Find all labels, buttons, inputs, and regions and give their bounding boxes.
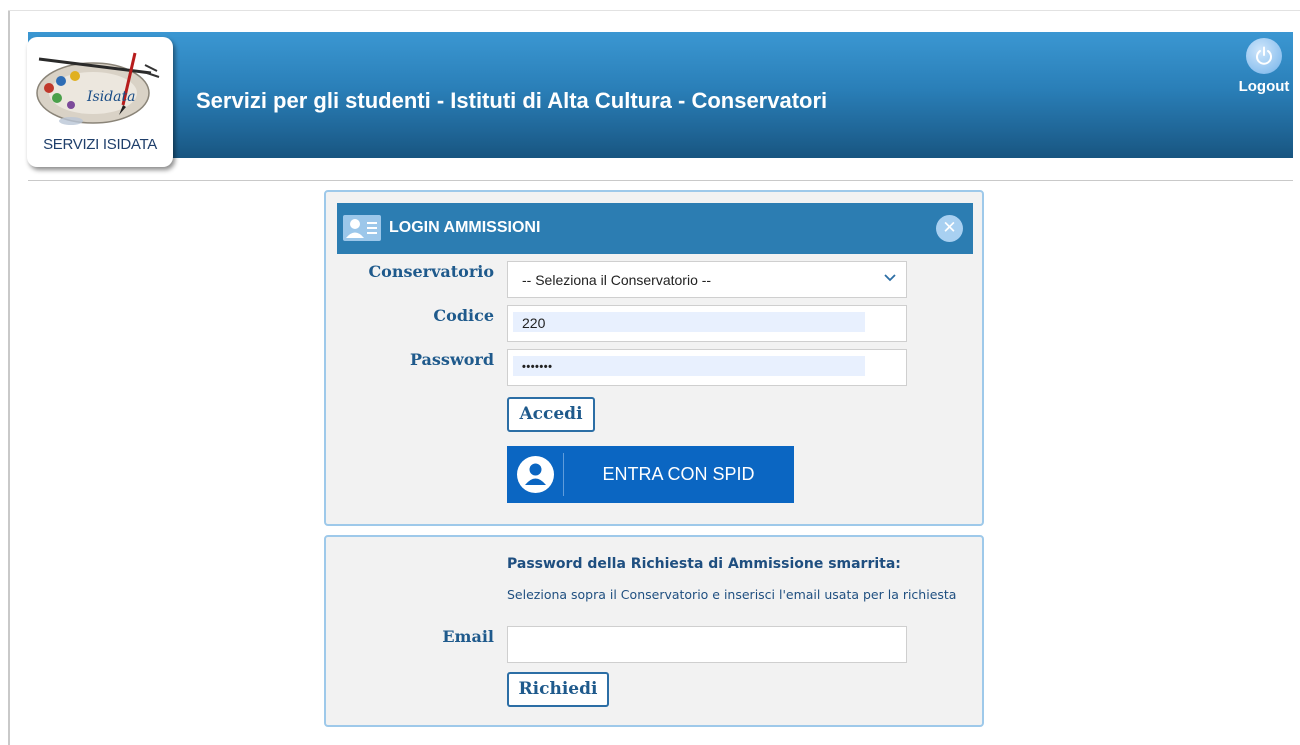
logo-caption: SERVIZI ISIDATA <box>43 136 157 153</box>
logout-label[interactable]: Logout <box>1236 78 1292 95</box>
spid-label[interactable]: ENTRA CON SPID <box>563 464 794 485</box>
password-input[interactable]: ••••••• <box>507 349 907 386</box>
password-value[interactable]: ••••••• <box>513 356 865 376</box>
window-top-border <box>8 10 1300 11</box>
recovery-hint: Seleziona sopra il Conservatorio e inser… <box>507 587 957 602</box>
logo-wordmark: Isidata <box>87 89 136 105</box>
email-label: Email <box>442 627 494 646</box>
spid-login-button[interactable]: ENTRA CON SPID <box>507 446 794 503</box>
isidata-logo: Isidata SERVIZI ISIDATA <box>27 37 173 167</box>
recovery-title: Password della Richiesta di Ammissione s… <box>507 556 901 572</box>
logout-button[interactable]: Logout <box>1236 38 1292 95</box>
close-icon[interactable]: ✕ <box>936 215 963 242</box>
power-icon[interactable] <box>1246 38 1282 74</box>
conservatorio-label: Conservatorio <box>368 262 494 281</box>
email-input[interactable] <box>507 626 907 663</box>
id-card-icon <box>343 215 381 241</box>
password-recovery-panel: Password della Richiesta di Ammissione s… <box>324 535 984 727</box>
codice-value[interactable]: 220 <box>513 312 865 332</box>
codice-label: Codice <box>433 306 494 325</box>
conservatorio-selected-value[interactable]: -- Seleziona il Conservatorio -- <box>522 272 711 288</box>
chevron-down-icon[interactable] <box>884 274 896 282</box>
user-circle-icon <box>517 456 554 493</box>
login-title-bar: LOGIN AMMISSIONI ✕ <box>337 203 973 254</box>
richiedi-button[interactable]: Richiedi <box>507 672 609 707</box>
login-panel: LOGIN AMMISSIONI ✕ Conservatorio -- Sele… <box>324 190 984 526</box>
window-left-border <box>8 10 10 745</box>
header-divider <box>28 180 1293 181</box>
accedi-button[interactable]: Accedi <box>507 397 595 432</box>
page-title: Servizi per gli studenti - Istituti di A… <box>196 88 828 113</box>
password-label: Password <box>409 350 494 369</box>
codice-input[interactable]: 220 <box>507 305 907 342</box>
conservatorio-select[interactable]: -- Seleziona il Conservatorio -- <box>507 261 907 298</box>
login-title: LOGIN AMMISSIONI <box>389 219 541 236</box>
palette-logo-icon <box>36 52 160 125</box>
